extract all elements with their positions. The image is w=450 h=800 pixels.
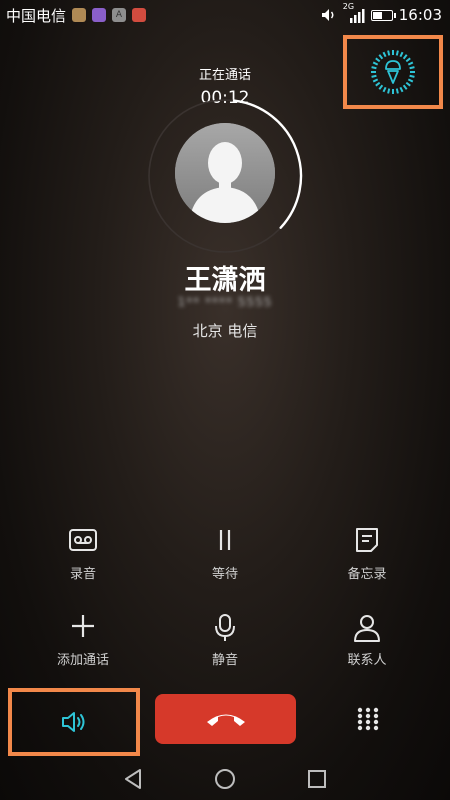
speaker-icon [62,712,85,732]
dial-tick [375,57,381,63]
dial-tick [405,57,411,63]
caller-location: 北京 电信 [192,322,258,340]
voicemail-icon [69,529,97,551]
contacts-label: 联系人 [347,653,387,668]
dial-tick [387,50,391,56]
status-bar: 中国电信 A 2G 16:03 [0,0,450,30]
dial-tick [395,50,399,56]
signal-icon: 2G [343,2,365,24]
speaker-button[interactable] [8,688,140,756]
record-label: 录音 [69,567,96,582]
pause-icon [219,530,231,550]
dial-tick [375,81,381,87]
hang-up-icon [206,714,245,726]
mute-button[interactable]: 静音 [150,613,300,668]
mute-label: 静音 [211,653,238,668]
memo-label: 备忘录 [347,567,387,582]
battery-icon [370,9,396,21]
add-call-label: 添加通话 [56,653,109,668]
red-app-icon [132,8,147,22]
purple-app-icon [92,8,107,22]
dial-tick [399,51,404,58]
status-left: 中国电信 A [6,5,147,26]
memo-icon [356,528,378,552]
dial-tick [378,54,384,60]
dialpad-dot [373,719,379,725]
dialpad-dot [365,707,371,713]
contacts-button[interactable]: 联系人 [292,613,442,668]
back-icon[interactable] [122,768,144,790]
home-icon[interactable] [214,768,236,790]
contact-icon [354,615,380,642]
recents-icon[interactable] [306,768,328,790]
contact-name: 王潇洒 [184,265,266,296]
dialpad-button[interactable] [343,694,393,744]
dialpad-dot [365,725,371,731]
add-call-button[interactable]: 添加通话 [8,613,158,668]
dialpad-icon [357,707,379,731]
end-call-button[interactable] [155,694,296,744]
dialpad-dot [357,707,363,713]
dialpad-dot [373,725,379,731]
navigation-bar [0,760,450,800]
add-icon [72,615,94,637]
dialpad-dot [365,719,371,725]
memo-button[interactable]: 备忘录 [292,527,442,582]
dialpad-dot [357,725,363,731]
dial-tick [405,81,411,87]
dialpad-dot [357,713,363,719]
hold-label: 等待 [211,567,238,582]
dial-tick [402,54,408,60]
dial-tick [382,51,387,58]
record-button[interactable]: 录音 [8,527,158,582]
dialpad-dot [365,713,371,719]
carrier-label: 中国电信 [6,6,67,25]
a-app-icon: A [112,8,127,22]
phone-number: 1** **** 5555 [177,295,273,309]
status-time: 16:03 [398,6,442,24]
hold-button[interactable]: 等待 [150,527,300,582]
dialpad-dot [373,713,379,719]
person-silhouette-icon [175,123,275,223]
dialpad-dot [357,719,363,725]
avatar [175,123,275,223]
volume-icon [321,9,334,21]
mic-icon [215,614,235,641]
status-right: 2G 16:03 [321,2,442,24]
call-state-label: 正在通话 [198,68,251,83]
pie-app-icon [72,8,87,22]
dialpad-dot [373,707,379,713]
